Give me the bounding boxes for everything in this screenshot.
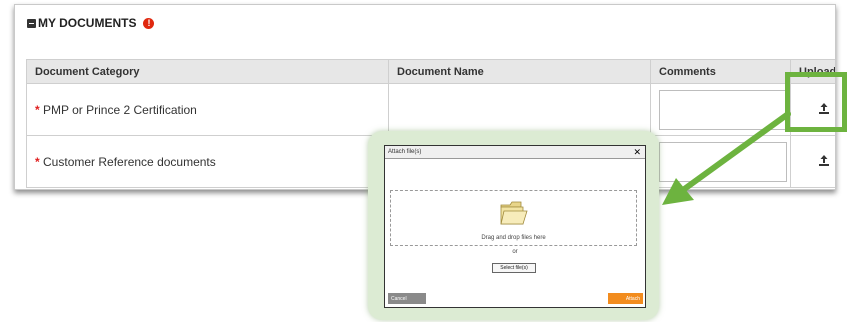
drop-zone[interactable]: Drag and drop files here bbox=[390, 190, 637, 246]
attach-button[interactable]: Attach bbox=[608, 293, 643, 304]
folder-icon bbox=[500, 201, 528, 225]
cancel-button[interactable]: Cancel bbox=[388, 293, 426, 304]
dialog-title: Attach file(s) bbox=[388, 149, 422, 155]
select-files-button[interactable]: Select file(s) bbox=[492, 263, 536, 273]
zoom-callout: Attach file(s) ✕ Drag and drop files her… bbox=[368, 131, 659, 320]
close-icon[interactable]: ✕ bbox=[633, 146, 641, 158]
drop-instructions: Drag and drop files here bbox=[481, 235, 546, 241]
or-separator: or bbox=[512, 249, 518, 255]
attach-files-dialog: Attach file(s) ✕ Drag and drop files her… bbox=[384, 145, 646, 308]
dialog-titlebar: Attach file(s) ✕ bbox=[385, 146, 645, 159]
